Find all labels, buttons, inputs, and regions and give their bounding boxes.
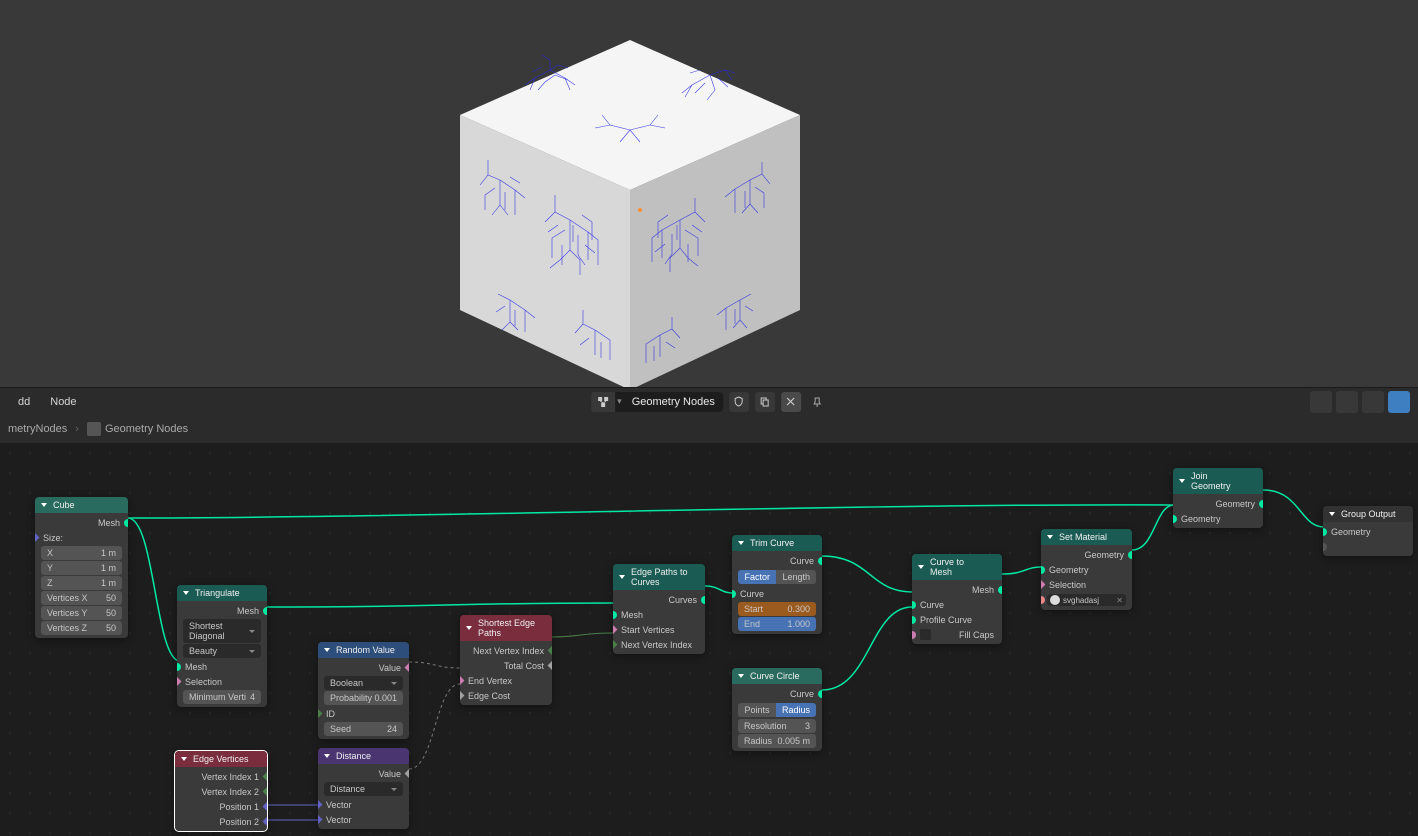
field-end[interactable]: End1.000 xyxy=(738,617,816,631)
node-curve-to-mesh[interactable]: Curve to Mesh Mesh Curve Profile Curve F… xyxy=(912,554,1002,644)
node-header[interactable]: Group Output xyxy=(1323,506,1413,522)
material-selector[interactable]: svghadasj ✕ xyxy=(1047,594,1126,606)
node-random-value[interactable]: Random Value Value Boolean Probability0.… xyxy=(318,642,409,739)
toggle-mode[interactable]: Factor Length xyxy=(738,570,816,584)
copy-icon[interactable] xyxy=(755,392,775,412)
node-distance[interactable]: Distance Value Distance Vector Vector xyxy=(318,748,409,829)
node-shortest-edge-paths[interactable]: Shortest Edge Paths Next Vertex Index To… xyxy=(460,615,552,705)
field-resolution[interactable]: Resolution3 xyxy=(738,719,816,733)
field-seed[interactable]: Seed24 xyxy=(324,722,403,736)
node-header[interactable]: Trim Curve xyxy=(732,535,822,551)
field-z[interactable]: Z1 m xyxy=(41,576,122,590)
toggle-mode[interactable]: Points Radius xyxy=(738,703,816,717)
node-tree-name[interactable]: Geometry Nodes xyxy=(624,396,723,408)
node-tree-icon xyxy=(87,422,101,436)
node-tree-selector[interactable]: ▾ Geometry Nodes xyxy=(591,392,723,412)
chevron-right-icon: › xyxy=(75,423,79,435)
field-start[interactable]: Start0.300 xyxy=(738,602,816,616)
node-header[interactable]: Edge Paths to Curves xyxy=(613,564,705,590)
node-header[interactable]: Random Value xyxy=(318,642,409,658)
node-header[interactable]: Join Geometry xyxy=(1173,468,1263,494)
node-header[interactable]: Triangulate xyxy=(177,585,267,601)
field-y[interactable]: Y1 m xyxy=(41,561,122,575)
select-mode[interactable]: Distance xyxy=(324,782,403,796)
node-header[interactable]: Curve Circle xyxy=(732,668,822,684)
node-header[interactable]: Distance xyxy=(318,748,409,764)
node-header[interactable]: Edge Vertices xyxy=(175,751,267,767)
select-quad[interactable]: Shortest Diagonal xyxy=(183,619,261,643)
node-triangulate[interactable]: Triangulate Mesh Shortest Diagonal Beaut… xyxy=(177,585,267,707)
node-header[interactable]: Cube xyxy=(35,497,128,513)
unlink-button[interactable] xyxy=(781,392,801,412)
node-tree-icon xyxy=(591,392,615,412)
shield-icon[interactable] xyxy=(729,392,749,412)
node-set-material[interactable]: Set Material Geometry Geometry Selection… xyxy=(1041,529,1132,610)
node-trim-curve[interactable]: Trim Curve Curve Factor Length Curve Sta… xyxy=(732,535,822,634)
node-header[interactable]: Shortest Edge Paths xyxy=(460,615,552,641)
field-vz[interactable]: Vertices Z50 xyxy=(41,621,122,635)
header-btn-1[interactable] xyxy=(1310,391,1332,413)
viewport-3d[interactable] xyxy=(0,0,1418,387)
menu-add[interactable]: dd xyxy=(8,392,40,412)
node-curve-circle[interactable]: Curve Circle Curve Points Radius Resolut… xyxy=(732,668,822,751)
node-group-output[interactable]: Group Output Geometry xyxy=(1323,506,1413,556)
field-min[interactable]: Minimum Verti4 xyxy=(183,690,261,704)
header-btn-2[interactable] xyxy=(1336,391,1358,413)
breadcrumb: metryNodes › Geometry Nodes xyxy=(0,415,1418,443)
field-radius[interactable]: Radius0.005 m xyxy=(738,734,816,748)
select-ngon[interactable]: Beauty xyxy=(183,644,261,658)
breadcrumb-current[interactable]: Geometry Nodes xyxy=(105,423,188,435)
header-btn-3[interactable] xyxy=(1362,391,1384,413)
select-type[interactable]: Boolean xyxy=(324,676,403,690)
node-edge-paths-to-curves[interactable]: Edge Paths to Curves Curves Mesh Start V… xyxy=(613,564,705,654)
close-icon[interactable]: ✕ xyxy=(1116,596,1123,605)
node-header[interactable]: Set Material xyxy=(1041,529,1132,545)
checkbox-fillcaps[interactable] xyxy=(920,629,931,640)
field-vx[interactable]: Vertices X50 xyxy=(41,591,122,605)
pin-icon[interactable] xyxy=(807,392,827,412)
field-vy[interactable]: Vertices Y50 xyxy=(41,606,122,620)
field-x[interactable]: X1 m xyxy=(41,546,122,560)
node-edge-vertices[interactable]: Edge Vertices Vertex Index 1 Vertex Inde… xyxy=(175,751,267,831)
node-join-geometry[interactable]: Join Geometry Geometry Geometry xyxy=(1173,468,1263,528)
material-preview-icon xyxy=(1050,595,1060,605)
node-cube[interactable]: Cube Mesh Size: X1 m Y1 m Z1 m Vertices … xyxy=(35,497,128,638)
node-canvas[interactable]: Cube Mesh Size: X1 m Y1 m Z1 m Vertices … xyxy=(0,443,1418,836)
header-btn-4[interactable] xyxy=(1388,391,1410,413)
breadcrumb-parent[interactable]: metryNodes xyxy=(8,423,67,435)
node-header[interactable]: Curve to Mesh xyxy=(912,554,1002,580)
cube-render xyxy=(430,20,830,387)
menu-node[interactable]: Node xyxy=(40,392,86,412)
field-probability[interactable]: Probability0.001 xyxy=(324,691,403,705)
node-editor-header: dd Node ▾ Geometry Nodes xyxy=(0,387,1418,415)
